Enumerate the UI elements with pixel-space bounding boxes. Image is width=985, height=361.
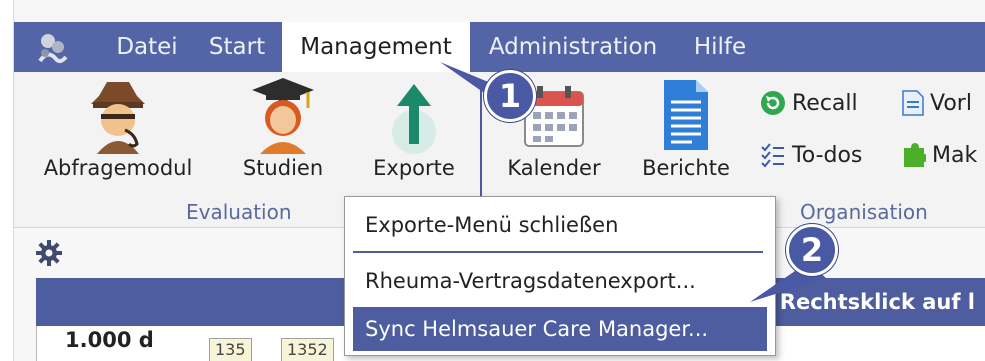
- checklist-icon: [761, 143, 784, 168]
- tab-management[interactable]: Management: [282, 22, 470, 72]
- studien-button[interactable]: Studien: [230, 72, 336, 194]
- abfragemodul-label: Abfragemodul: [43, 156, 193, 180]
- gear-icon[interactable]: [36, 240, 62, 266]
- ribbon-tab-bar: Datei Start Management Administration Hi…: [14, 22, 985, 72]
- callout-badge-1: 1: [484, 70, 536, 122]
- menu-item-sync-helmsauer[interactable]: Sync Helmsauer Care Manager...: [353, 307, 767, 351]
- tab-hilfe[interactable]: Hilfe: [690, 22, 750, 72]
- report-document-icon: [664, 80, 708, 150]
- vorl-label: Vorl: [930, 90, 972, 116]
- recall-label: Recall: [792, 90, 858, 116]
- callout-badge-2: 2: [786, 224, 838, 276]
- grid-marker-box[interactable]: 1352: [281, 338, 334, 361]
- detective-icon: [91, 82, 145, 154]
- template-document-icon: [902, 90, 924, 116]
- abfragemodul-button[interactable]: Abfragemodul: [28, 72, 208, 194]
- exporte-dropdown-menu: Exporte-Menü schließen Rheuma-Vertragsda…: [344, 196, 776, 356]
- todos-label: To-dos: [792, 142, 863, 168]
- menu-item-close-exporte[interactable]: Exporte-Menü schließen: [353, 203, 767, 247]
- kalender-label: Kalender: [507, 156, 601, 180]
- application-window: Datei Start Management Administration Hi…: [0, 0, 985, 361]
- banner-text: → Rechtsklick auf l: [754, 290, 975, 314]
- recall-icon: [761, 91, 785, 115]
- exporte-button[interactable]: Exporte: [354, 72, 474, 194]
- mak-label: Mak: [932, 142, 978, 168]
- grid-marker-box[interactable]: 135: [209, 338, 252, 361]
- berichte-button[interactable]: Berichte: [630, 72, 742, 194]
- tab-administration[interactable]: Administration: [487, 22, 659, 72]
- berichte-label: Berichte: [642, 156, 730, 180]
- studien-label: Studien: [242, 156, 324, 180]
- todos-button[interactable]: To-dos: [760, 142, 862, 168]
- grid-row-label: 1.000 d: [65, 328, 154, 352]
- group-label-evaluation: Evaluation: [186, 200, 292, 224]
- exporte-label: Exporte: [373, 156, 455, 180]
- vorl-button[interactable]: Vorl: [902, 90, 972, 116]
- ribbon-group-separator: [480, 82, 482, 200]
- menu-item-rheuma-export[interactable]: Rheuma-Vertragsdatenexport...: [353, 259, 767, 303]
- tab-start[interactable]: Start: [202, 22, 272, 72]
- left-window-edge: [0, 0, 14, 361]
- puzzle-icon: [904, 143, 926, 167]
- mak-button[interactable]: Mak: [902, 142, 977, 168]
- export-arrow-icon: [392, 84, 436, 154]
- graduate-icon: [252, 78, 314, 154]
- recall-button[interactable]: Recall: [760, 90, 858, 116]
- app-logo-icon[interactable]: [34, 31, 70, 65]
- group-label-organisation: Organisation: [800, 200, 928, 224]
- menu-separator: [353, 251, 763, 253]
- tab-datei[interactable]: Datei: [112, 22, 182, 72]
